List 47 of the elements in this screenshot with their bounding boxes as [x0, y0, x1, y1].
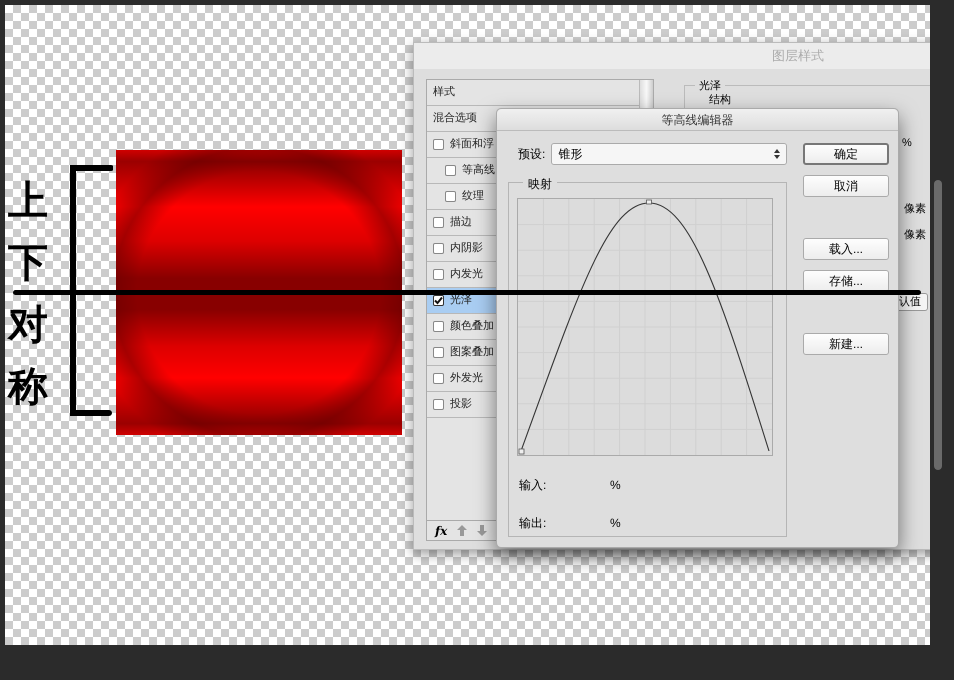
- input-unit: %: [610, 477, 621, 494]
- curve-point-handle[interactable]: [646, 200, 652, 204]
- up-down-caret-icon: [774, 149, 780, 159]
- style-label: 内发光: [450, 267, 483, 282]
- output-label: 输出:: [518, 515, 548, 532]
- style-label: 投影: [450, 397, 472, 412]
- checkbox[interactable]: [433, 373, 444, 384]
- checkbox[interactable]: [433, 243, 444, 254]
- checkbox[interactable]: [433, 321, 444, 332]
- style-label: 描边: [450, 215, 472, 230]
- fx-label[interactable]: fx: [435, 522, 448, 540]
- dialog-title: 等高线编辑器: [662, 112, 734, 128]
- preset-value: 锥形: [558, 146, 582, 163]
- vertical-scrollbar-thumb[interactable]: [934, 180, 942, 470]
- annotation-text: 上下对称: [8, 176, 48, 412]
- checkbox[interactable]: [433, 269, 444, 280]
- unit-label: 像素: [904, 228, 926, 243]
- down-arrow-icon[interactable]: [477, 525, 488, 536]
- checkbox[interactable]: [433, 139, 444, 150]
- style-label: 图案叠加: [450, 344, 494, 360]
- checkbox[interactable]: [445, 191, 456, 202]
- unit-label: 像素: [904, 202, 926, 217]
- dialog-button[interactable]: 确定: [803, 143, 889, 165]
- dialog-button[interactable]: 存储...: [803, 270, 889, 292]
- checkbox[interactable]: [433, 347, 444, 358]
- style-label: 斜面和浮: [450, 137, 494, 152]
- unit-label: %: [902, 136, 912, 151]
- checkbox[interactable]: [445, 165, 456, 176]
- style-label: 内阴影: [450, 241, 483, 256]
- dialog-button[interactable]: 载入...: [803, 238, 889, 260]
- window-title: 图层样式: [771, 47, 824, 66]
- up-arrow-icon[interactable]: [457, 525, 468, 536]
- dialog-button[interactable]: 新建...: [803, 333, 889, 355]
- style-label: 颜色叠加: [450, 318, 494, 334]
- style-label: 等高线: [462, 162, 495, 178]
- input-label: 输入:: [518, 477, 548, 494]
- style-label: 外发光: [450, 371, 483, 386]
- checkbox[interactable]: [433, 399, 444, 410]
- output-unit: %: [610, 515, 621, 532]
- checkmark-icon: [434, 296, 443, 305]
- checkbox[interactable]: [433, 217, 444, 228]
- dialog-button[interactable]: 取消: [803, 175, 889, 197]
- checkbox[interactable]: [433, 295, 444, 306]
- curve-point-handle[interactable]: [518, 448, 524, 454]
- preset-label: 预设:: [518, 146, 546, 163]
- style-label: 纹理: [462, 189, 484, 204]
- preset-select[interactable]: 锥形: [551, 143, 787, 165]
